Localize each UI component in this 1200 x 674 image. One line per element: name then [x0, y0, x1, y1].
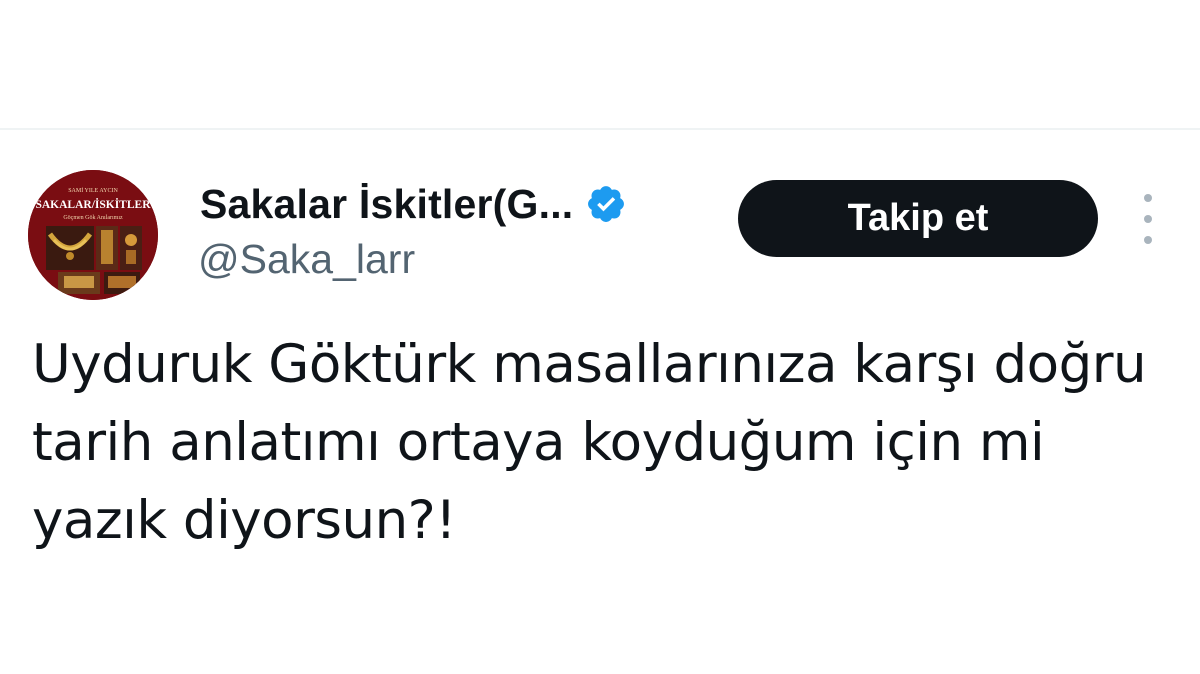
avatar-caption-sub: Göçmen Gök Anılarımız	[63, 215, 123, 221]
more-dot	[1144, 236, 1152, 244]
more-dot	[1144, 215, 1152, 223]
tweet-text: Uyduruk Göktürk masallarınıza karşı doğr…	[32, 334, 1147, 551]
profile-name-row: Sakalar İskitler(G...	[200, 178, 627, 230]
top-divider	[0, 128, 1200, 130]
avatar-caption-main: SAKALAR/İSKİTLER	[35, 197, 151, 211]
more-dot	[1144, 194, 1152, 202]
user-handle[interactable]: @Saka_larr	[198, 236, 415, 283]
verified-badge-icon	[585, 183, 627, 225]
display-name[interactable]: Sakalar İskitler(G...	[200, 181, 573, 228]
avatar[interactable]: SAMİ YILE AYCIN SAKALAR/İSKİTLER Göçmen …	[28, 170, 158, 300]
more-options-icon[interactable]	[1132, 194, 1164, 244]
avatar-caption-top: SAMİ YILE AYCIN	[68, 187, 118, 194]
avatar-image: SAMİ YILE AYCIN SAKALAR/İSKİTLER Göçmen …	[28, 170, 158, 300]
follow-button[interactable]: Takip et	[738, 180, 1098, 257]
